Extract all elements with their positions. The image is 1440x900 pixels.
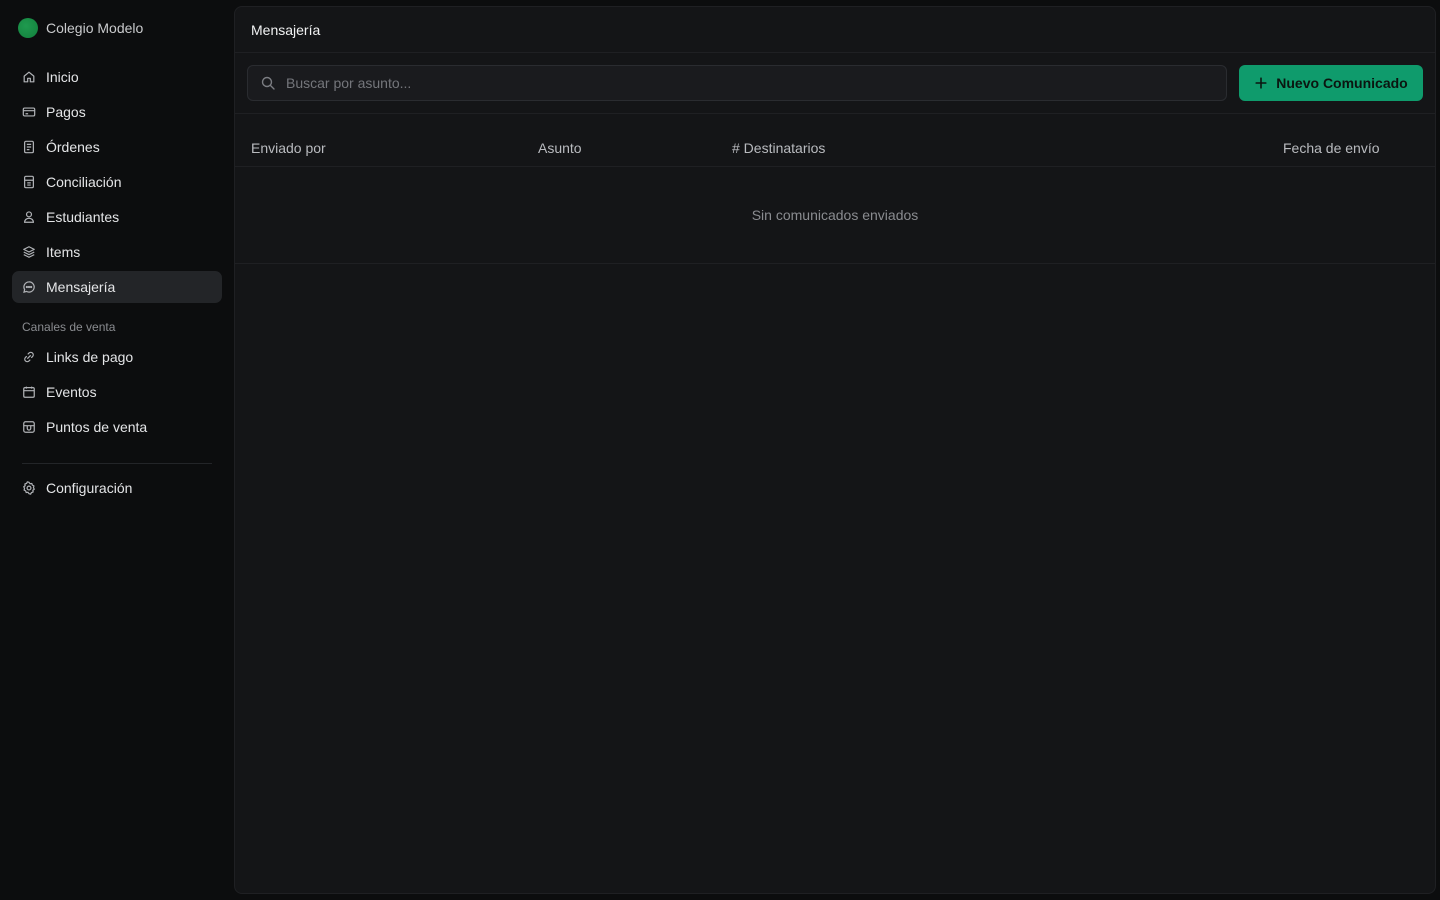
sidebar-item-label: Inicio (46, 69, 79, 85)
sidebar-item-items[interactable]: Items (12, 236, 222, 268)
sidebar-item-label: Items (46, 244, 81, 260)
toolbar: Nuevo Comunicado (235, 53, 1435, 114)
sidebar-item-label: Puntos de venta (46, 419, 148, 435)
sidebar-item-puntos-de-venta[interactable]: Puntos de venta (12, 411, 222, 443)
column-header-recipients[interactable]: # Destinatarios (732, 140, 825, 156)
document-icon (22, 140, 36, 154)
column-header-sender[interactable]: Enviado por (251, 140, 326, 156)
layers-icon (22, 245, 36, 259)
search-box[interactable] (247, 65, 1227, 101)
sidebar: Colegio Modelo Inicio Pagos Órdenes Conc… (0, 0, 234, 900)
plus-icon (1254, 76, 1268, 90)
gear-icon (22, 481, 36, 495)
sidebar-item-inicio[interactable]: Inicio (12, 61, 222, 93)
sidebar-main-nav: Inicio Pagos Órdenes Conciliación Estudi… (12, 61, 222, 306)
search-icon (260, 75, 276, 91)
sidebar-config-nav: Configuración (12, 472, 222, 507)
sidebar-item-mensajeria[interactable]: Mensajería (12, 271, 222, 303)
user-icon (22, 210, 36, 224)
main-header: Mensajería (235, 7, 1435, 53)
table-empty-row: Sin comunicados enviados (235, 167, 1435, 264)
sidebar-item-label: Órdenes (46, 139, 100, 155)
receipt-icon (22, 175, 36, 189)
sidebar-item-label: Conciliación (46, 174, 122, 190)
search-input[interactable] (286, 75, 1226, 91)
sidebar-item-label: Estudiantes (46, 209, 120, 225)
brand-name: Colegio Modelo (46, 20, 144, 36)
brand-logo (18, 18, 38, 38)
sidebar-item-label: Configuración (46, 480, 133, 496)
main-panel: Mensajería Nuevo Comunicado Enviado por … (234, 6, 1436, 894)
sidebar-item-label: Mensajería (46, 279, 116, 295)
table-header: Enviado por Asunto # Destinatarios Fecha… (235, 114, 1435, 167)
app-root: Colegio Modelo Inicio Pagos Órdenes Conc… (0, 0, 1440, 900)
column-header-subject[interactable]: Asunto (538, 140, 582, 156)
new-announcement-button[interactable]: Nuevo Comunicado (1239, 65, 1423, 101)
messages-table: Enviado por Asunto # Destinatarios Fecha… (235, 114, 1435, 264)
sidebar-item-label: Pagos (46, 104, 86, 120)
sidebar-item-links-de-pago[interactable]: Links de pago (12, 341, 222, 373)
sidebar-item-label: Links de pago (46, 349, 134, 365)
chat-icon (22, 280, 36, 294)
link-icon (22, 350, 36, 364)
home-icon (22, 70, 36, 84)
sidebar-item-eventos[interactable]: Eventos (12, 376, 222, 408)
empty-state-message: Sin comunicados enviados (751, 207, 919, 223)
sidebar-item-pagos[interactable]: Pagos (12, 96, 222, 128)
store-icon (22, 420, 36, 434)
brand[interactable]: Colegio Modelo (18, 18, 143, 38)
new-announcement-label: Nuevo Comunicado (1276, 75, 1408, 91)
page-title: Mensajería (251, 21, 321, 38)
calendar-icon (22, 385, 36, 399)
sidebar-item-estudiantes[interactable]: Estudiantes (12, 201, 222, 233)
sidebar-item-ordenes[interactable]: Órdenes (12, 131, 222, 163)
sidebar-divider (22, 463, 212, 464)
column-header-sent-date[interactable]: Fecha de envío (1283, 140, 1380, 156)
sidebar-channels-nav: Links de pago Eventos Puntos de venta (12, 341, 222, 446)
sidebar-item-configuracion[interactable]: Configuración (12, 472, 222, 504)
section-label-canales: Canales de venta (22, 320, 116, 334)
credit-card-icon (22, 105, 36, 119)
sidebar-item-label: Eventos (46, 384, 97, 400)
sidebar-item-conciliacion[interactable]: Conciliación (12, 166, 222, 198)
